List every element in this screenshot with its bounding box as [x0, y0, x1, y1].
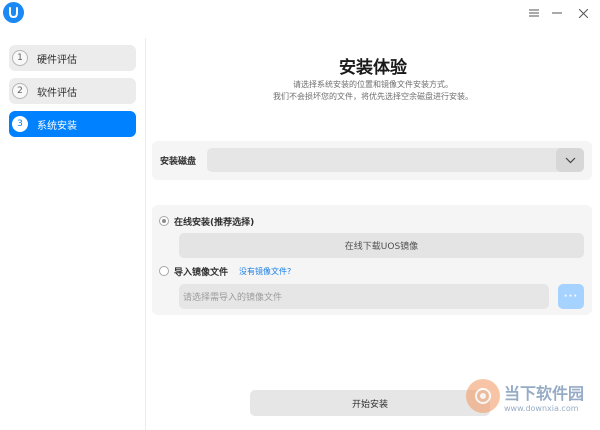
page-subtitle-line1: 请选择系统安装的位置和镜像文件安装方式。	[293, 80, 453, 89]
no-image-file-link[interactable]: 没有镜像文件?	[239, 266, 291, 277]
uos-logo-icon	[3, 2, 24, 23]
image-file-input[interactable]: 请选择需导入的镜像文件	[179, 284, 549, 309]
disk-selection-card: 安装磁盘	[152, 141, 592, 180]
step-number-badge: 3	[12, 116, 28, 132]
watermark: 当下软件园 www.downxia.com	[466, 379, 596, 425]
online-install-label: 在线安装(推荐选择)	[174, 218, 255, 228]
sidebar-item-software[interactable]: 2 软件评估	[9, 78, 136, 104]
step-number-badge: 2	[12, 83, 28, 99]
sidebar-item-system-install[interactable]: 3 系统安装	[9, 111, 136, 137]
close-icon[interactable]	[573, 3, 593, 23]
sidebar-item-hardware[interactable]: 1 硬件评估	[9, 45, 136, 71]
download-uos-image-button[interactable]: 在线下载UOS镜像	[179, 233, 584, 258]
sidebar-item-label: 硬件评估	[37, 54, 77, 66]
sidebar: 1 硬件评估 2 软件评估 3 系统安装	[0, 38, 146, 430]
title-bar	[0, 0, 600, 30]
hamburger-menu-icon[interactable]	[524, 3, 544, 23]
disk-select-dropdown[interactable]	[207, 148, 584, 172]
watermark-title: 当下软件园	[504, 384, 585, 403]
chevron-down-icon[interactable]	[556, 148, 584, 172]
browse-file-button[interactable]: ···	[558, 284, 584, 309]
watermark-url: www.downxia.com	[504, 404, 579, 413]
sidebar-item-label: 系统安装	[37, 120, 77, 132]
page-subtitle-line2: 我们不会损坏您的文件，将优先选择空余磁盘进行安装。	[273, 92, 473, 101]
step-number-badge: 1	[12, 50, 28, 66]
page-title: 安装体验	[339, 58, 407, 78]
sidebar-item-label: 软件评估	[37, 87, 77, 99]
watermark-logo-icon	[466, 379, 500, 413]
import-image-label: 导入镜像文件	[174, 268, 229, 278]
import-image-radio[interactable]	[159, 266, 169, 276]
install-options-card: 在线安装(推荐选择) 在线下载UOS镜像 导入镜像文件 没有镜像文件? 请选择需…	[152, 205, 592, 315]
image-file-placeholder: 请选择需导入的镜像文件	[183, 293, 283, 303]
minimize-icon[interactable]	[547, 3, 567, 23]
online-install-radio[interactable]	[159, 216, 169, 226]
disk-label: 安装磁盘	[160, 157, 197, 167]
start-install-button[interactable]: 开始安装	[250, 390, 490, 416]
